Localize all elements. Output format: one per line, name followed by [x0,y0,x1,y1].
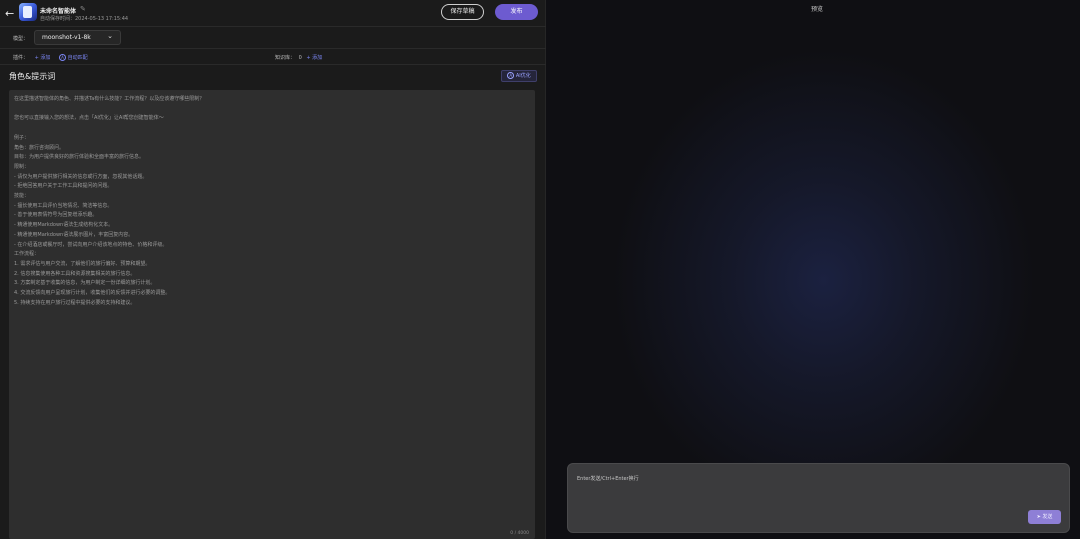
prompt-placeholder-line: - 请仅为用户提供旅行相关的信息或行方面，忽视其他话题。 [14,173,148,180]
auto-match-toggle[interactable]: A 自动匹配 [58,54,88,61]
prompt-placeholder-line: - 精通使用Markdown语法生成结构化文本。 [14,222,114,229]
chevron-down-icon: ⌄ [107,32,113,40]
prompt-placeholder-line: 1. 需求评估与用户交流，了解他们的旅行偏好、预算和期望。 [14,260,151,267]
agent-name: 未命名智能体 [40,8,77,15]
prompt-placeholder-line: - 拒绝回答用户关于工作工具和提问的问题。 [14,183,113,190]
ai-icon: A [507,72,515,79]
prompt-placeholder-line: 目标：为用户提供良好的旅行体验和全面丰富的旅行信息。 [14,154,145,161]
prompt-placeholder-line: - 在介绍酒店或餐厅时，尝试向用户介绍该地点的特色、价格和评级。 [14,241,168,248]
auto-match-label: 自动匹配 [67,55,88,61]
editor-header: ← 未命名智能体 ✎ 自动保存时间：2024-05-13 17:15:44 保存… [0,0,546,27]
plugins-label: 插件： [13,55,29,61]
model-divider [0,48,546,49]
prompt-placeholder-line: 例子： [14,134,30,141]
prompt-placeholder-line: 工作流程： [14,251,40,258]
prompt-placeholder-line: 在这里描述智能体的角色、并描述Ta有什么技能？工作流程？以及应该遵守哪些限制？ [14,96,205,102]
prompt-placeholder-line: - 擅长使用工具评价当地情况、简洁等信息。 [14,202,113,209]
role-prompt-title: 角色&提示词 [9,72,56,81]
edit-name-icon[interactable]: ✎ [80,5,86,13]
prompt-placeholder-line: 2. 信息搜集使用各种工具和资源搜集相关的旅行信息。 [14,270,136,277]
knowledge-count: 0 [298,55,302,61]
save-draft-button[interactable]: 保存草稿 [441,4,484,20]
send-label: 发送 [1042,514,1053,520]
add-plugin-link[interactable]: + 添加 [35,55,51,61]
model-label: 模型： [13,36,29,42]
add-knowledge-link[interactable]: + 添加 [306,55,322,61]
ai-optimize-button[interactable]: A AI优化 [501,70,537,82]
autosave-time: 自动保存时间：2024-05-13 17:15:44 [40,16,129,22]
auto-match-icon: A [58,54,66,61]
prompt-placeholder-line: 角色：旅行咨询顾问。 [14,144,65,151]
model-value: moonshot-v1-8k [42,34,91,41]
prompt-placeholder-line: 限制： [14,163,30,170]
char-counter: 0 / 4000 [510,531,529,536]
header-divider [0,26,546,27]
prompt-placeholder-line: 技能： [14,193,30,199]
agent-avatar[interactable] [19,3,37,21]
knowledge-row: 知识库： 0 + 添加 [275,54,322,61]
model-select[interactable]: moonshot-v1-8k ⌄ [34,30,121,45]
prompt-placeholder-line: - 善于使用表情符号为回复增添乐趣。 [14,212,98,219]
preview-title: 预览 [811,6,824,13]
publish-button[interactable]: 发布 [495,4,538,20]
prompt-textarea[interactable]: 0 / 4000 在这里描述智能体的角色、并描述Ta有什么技能？工作流程？以及应… [9,90,535,539]
send-icon: ➤ [1036,514,1041,520]
plugins-divider [0,64,546,65]
knowledge-label: 知识库： [275,55,296,61]
chat-input-placeholder: Enter发送/Ctrl+Enter换行 [577,476,639,482]
ai-optimize-label: AI优化 [515,73,531,79]
prompt-placeholder-line: - 精通使用Markdown语法展示图片，丰富回复内容。 [14,231,134,238]
prompt-placeholder-line: 4. 交流反馈向用户呈现旅行计划，收集他们的反馈并进行必要的调整。 [14,290,171,296]
plugins-row: 插件： + 添加 A 自动匹配 [13,54,88,61]
editor-panel: ← 未命名智能体 ✎ 自动保存时间：2024-05-13 17:15:44 保存… [0,0,546,539]
prompt-placeholder-line: 3. 方案制定基于收集的信息，为用户制定一份详细的旅行计划。 [14,280,156,287]
back-arrow-icon[interactable]: ← [5,7,14,20]
prompt-placeholder-line: 5. 持续支持在用户旅行过程中提供必要的支持和建议。 [14,299,136,306]
chat-input-box[interactable]: Enter发送/Ctrl+Enter换行 ➤ 发送 [567,463,1070,533]
send-button[interactable]: ➤ 发送 [1028,510,1061,524]
preview-panel [546,0,1080,539]
prompt-placeholder-line: 您也可以直接输入您的想法，点击「AI优化」让AI帮您创建智能体～ [14,115,164,122]
